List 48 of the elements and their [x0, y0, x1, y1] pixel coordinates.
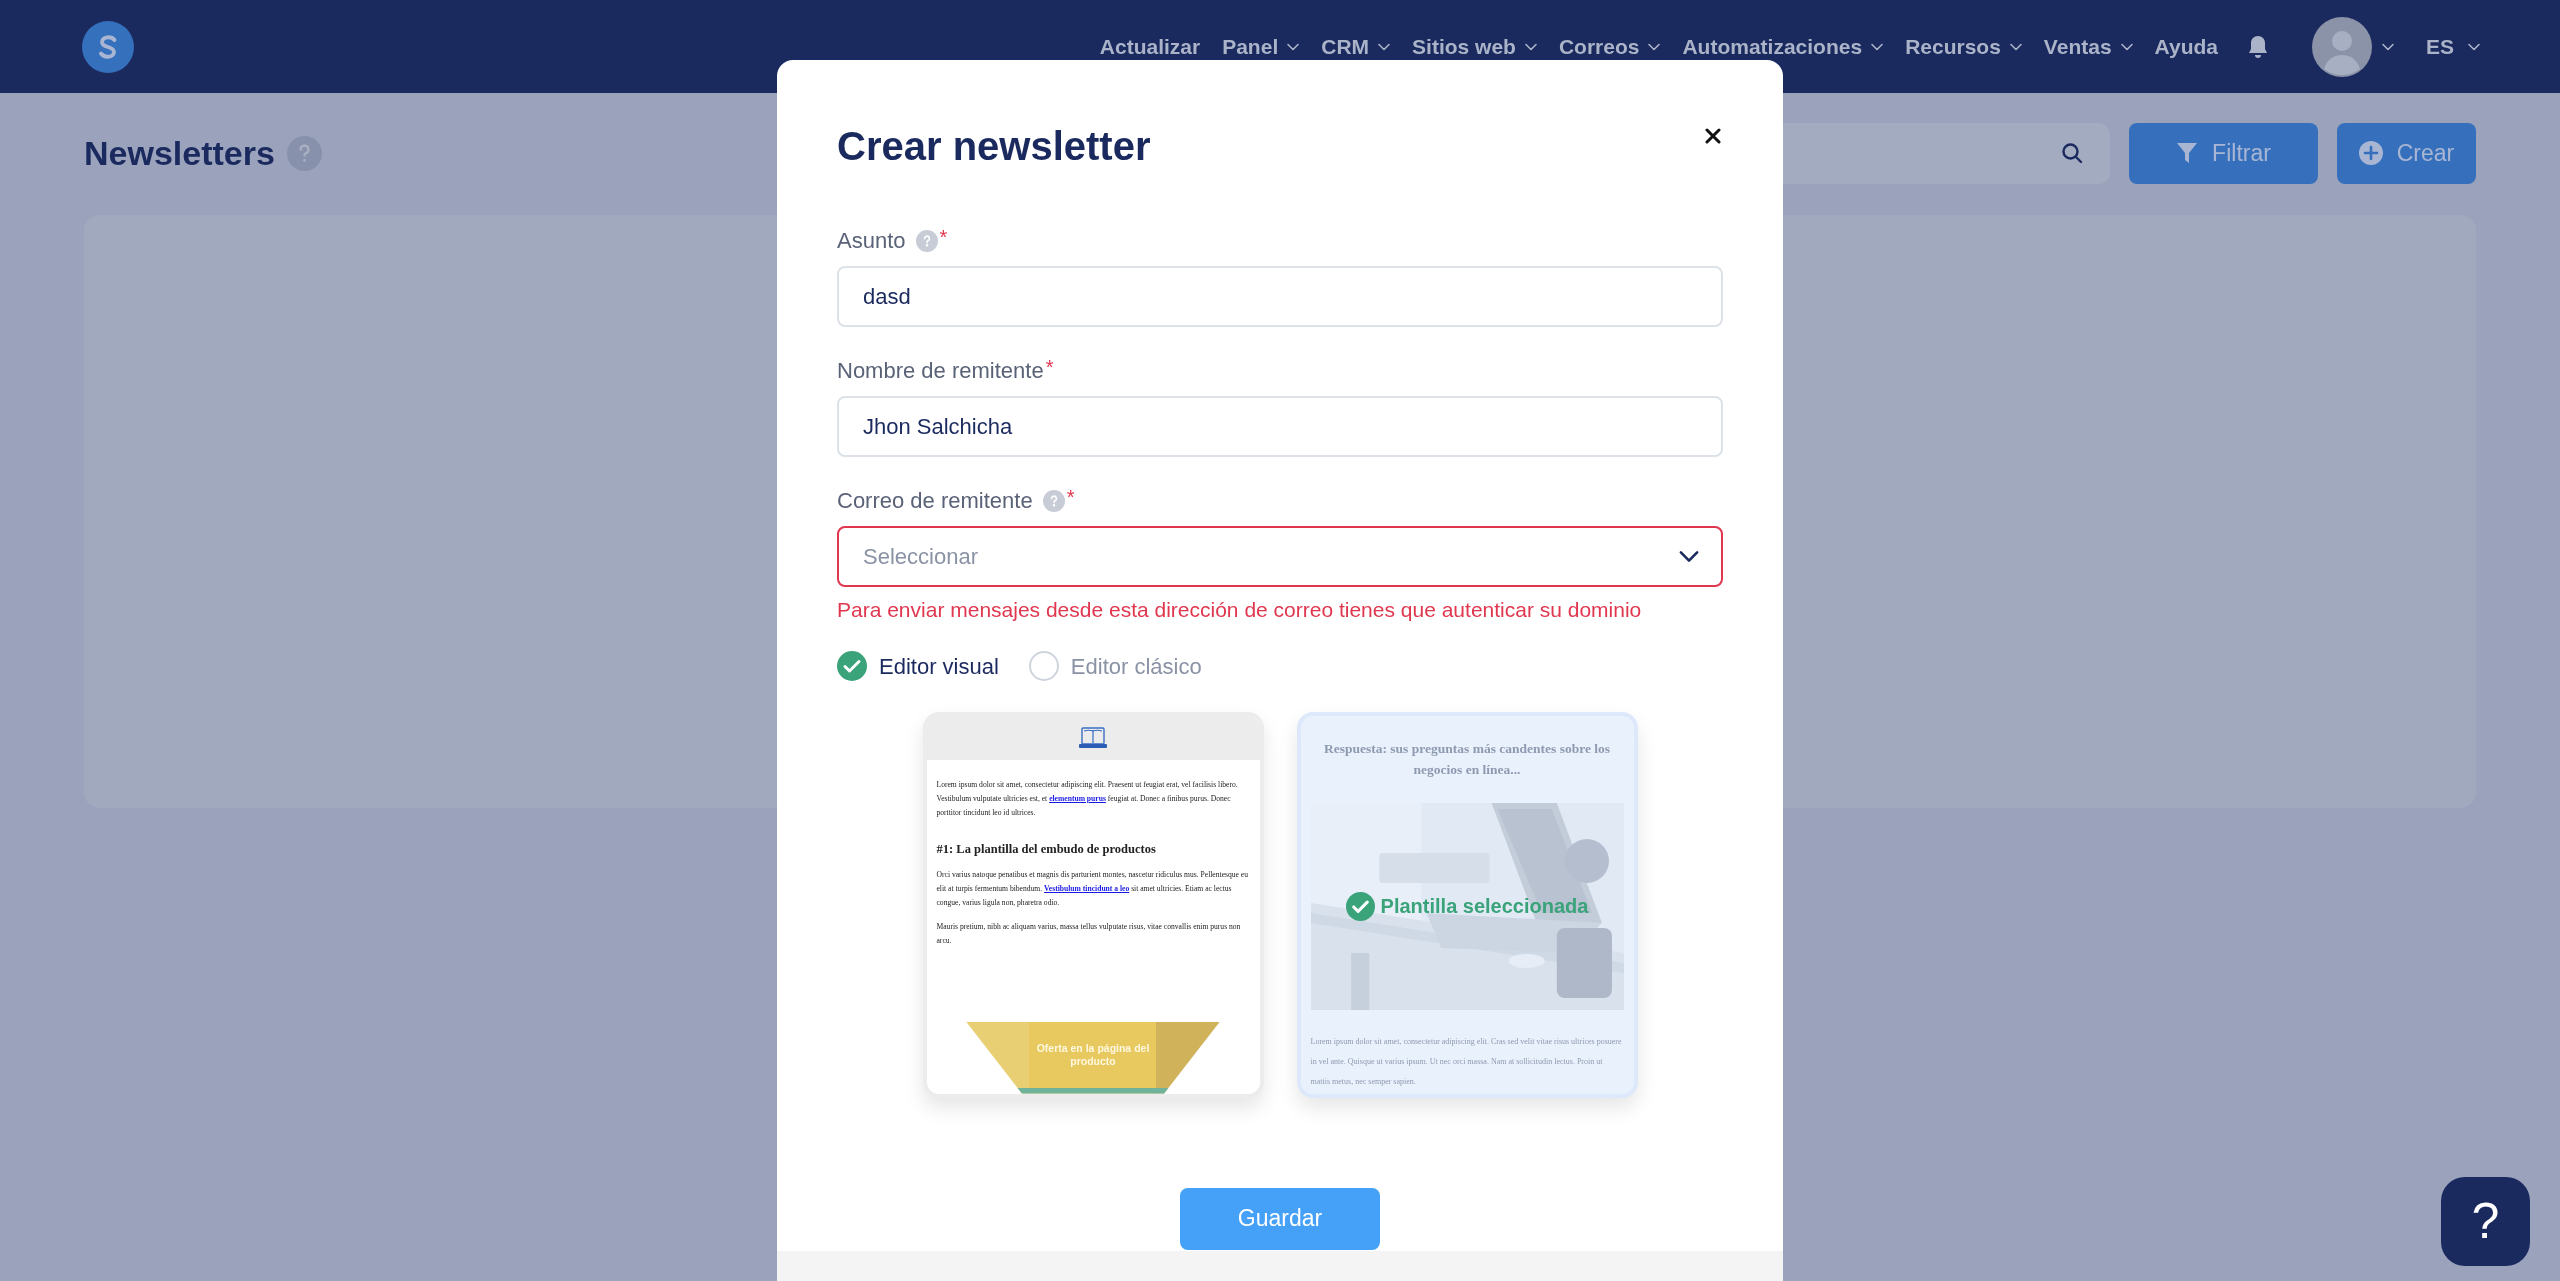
text-input-field[interactable]: Jhon Salchicha [837, 396, 1723, 457]
template-paragraph: Lorem ipsum dolor sit amet, consectetur adipiscing elit. Cras sed velit vitae risus ultrices posuere in vel ante. Quisque ut varius ipsum. Ut nec orci massa. Nam at sollicitudin lectus. Proin ut mattis metus, nec semper sapien. [1309, 1035, 1623, 1088]
language-selector[interactable]: ES [2426, 30, 2480, 63]
nav-menu-item[interactable]: CRM [1321, 30, 1391, 63]
error-message: Para enviar mensajes desde esta dirección de correo tienes que autenticar su dominio [837, 597, 1643, 623]
required-asterisk: * [939, 224, 948, 250]
nav-menu-item[interactable]: Automatizaciones [1682, 30, 1884, 63]
nav-menu-item[interactable]: Correos [1558, 30, 1661, 63]
plus-circle-icon [2358, 141, 2383, 165]
help-chat-button[interactable]: ? [2441, 1177, 2530, 1266]
selected-template-label: Plantilla seleccionada [1380, 894, 1589, 919]
page-title: Newsletters [84, 132, 275, 174]
bell-icon[interactable] [2246, 33, 2270, 60]
nav-menu-item[interactable]: Sitios web [1412, 30, 1537, 63]
chevron-down-icon [2468, 42, 2480, 51]
check-circle-icon [1345, 891, 1375, 921]
filter-icon [2176, 141, 2199, 165]
field-label: Correo de remitente [837, 487, 1033, 515]
required-asterisk: * [1045, 354, 1054, 380]
modal-title: Crear newsletter [837, 123, 1151, 170]
chevron-down-icon [1648, 42, 1661, 51]
template-heading: Respuesta: sus preguntas más candentes sobre los negocios en línea... [1323, 739, 1611, 779]
close-icon[interactable] [1705, 128, 1721, 144]
chevron-down-icon [1524, 42, 1537, 51]
field-label: Asunto [837, 227, 906, 255]
funnel-banner: Oferta en la página del producto [966, 1021, 1220, 1094]
chevron-down-icon [1871, 42, 1884, 51]
search-icon [2060, 141, 2084, 165]
book-icon [1078, 725, 1108, 750]
chevron-down-icon [2382, 42, 2394, 51]
chevron-down-icon [1287, 42, 1300, 51]
editor-radio-option[interactable]: Editor visual [837, 649, 999, 683]
nav-menu-item[interactable]: Recursos [1905, 30, 2022, 63]
chevron-down-icon [2120, 42, 2133, 51]
avatar-icon[interactable] [2312, 16, 2372, 77]
chevron-down-icon [1679, 550, 1699, 563]
template-heading: #1: La plantilla del embudo de productos [936, 840, 1157, 858]
text-input-field[interactable]: dasd [837, 266, 1723, 327]
chevron-down-icon [2009, 42, 2022, 51]
template-card[interactable] [922, 711, 1264, 1098]
logo-icon[interactable] [82, 20, 134, 73]
nav-menu-item[interactable]: Actualizar [1099, 30, 1201, 63]
chevron-down-icon [1378, 42, 1391, 51]
nav-menu-item[interactable]: Ayuda [2154, 30, 2218, 63]
nav-menu-item[interactable]: Ventas [2043, 30, 2133, 63]
nav-menu-item[interactable]: Panel [1222, 30, 1300, 63]
required-asterisk: * [1066, 484, 1075, 510]
field-label: Nombre de remitente [837, 357, 1044, 385]
